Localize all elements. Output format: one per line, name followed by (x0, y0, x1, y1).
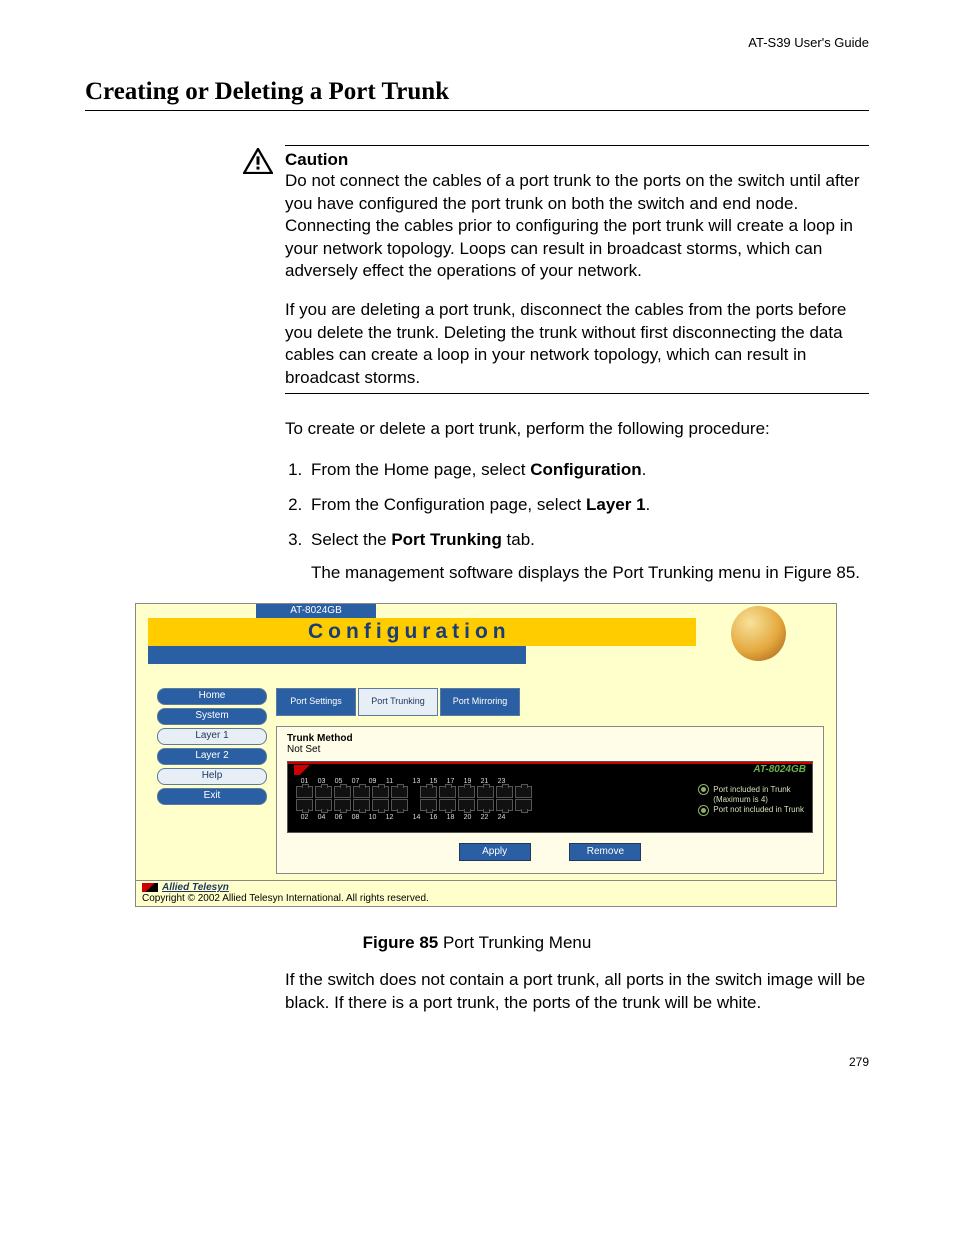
warning-icon (243, 148, 273, 179)
port[interactable] (315, 786, 332, 798)
page-number: 279 (85, 1055, 869, 1069)
port[interactable] (458, 799, 475, 811)
trunk-method-label: Trunk Method (287, 733, 813, 744)
step-text: From the Home page, select (311, 460, 530, 479)
nav-exit[interactable]: Exit (157, 788, 267, 805)
port[interactable] (296, 799, 313, 811)
trunking-panel: Trunk Method Not Set AT-8024GB 010305070… (276, 726, 824, 874)
step-text: From the Configuration page, select (311, 495, 586, 514)
port[interactable] (391, 786, 408, 798)
tab-port-mirroring[interactable]: Port Mirroring (440, 688, 520, 716)
vendor-logo-icon (142, 883, 158, 892)
port[interactable] (296, 786, 313, 798)
section-heading: Creating or Deleting a Port Trunk (85, 78, 869, 111)
step-text: Select the (311, 530, 391, 549)
port[interactable] (353, 799, 370, 811)
radio-included-icon (698, 784, 709, 795)
nav-layer1[interactable]: Layer 1 (157, 728, 267, 745)
port[interactable] (334, 799, 351, 811)
port[interactable] (334, 786, 351, 798)
radio-notincluded-icon (698, 805, 709, 816)
port[interactable] (391, 799, 408, 811)
step-2: From the Configuration page, select Laye… (307, 494, 869, 517)
tab-port-trunking[interactable]: Port Trunking (358, 688, 438, 716)
config-title-bar: Configuration (148, 618, 696, 646)
globe-icon (731, 606, 786, 661)
tab-port-settings[interactable]: Port Settings (276, 688, 356, 716)
port[interactable] (515, 799, 532, 811)
port[interactable] (458, 786, 475, 798)
port[interactable] (353, 786, 370, 798)
figure-caption: Figure 85 Port Trunking Menu (85, 933, 869, 953)
port[interactable] (315, 799, 332, 811)
step-text: tab. (502, 530, 535, 549)
step-text: . (642, 460, 647, 479)
port[interactable] (372, 799, 389, 811)
nav-help[interactable]: Help (157, 768, 267, 785)
copyright-text: Copyright © 2002 Allied Telesyn Internat… (142, 893, 830, 904)
step-bold: Port Trunking (391, 530, 502, 549)
caution-para-2: If you are deleting a port trunk, discon… (285, 299, 869, 389)
step-3: Select the Port Trunking tab. The manage… (307, 529, 869, 585)
step-bold: Configuration (530, 460, 641, 479)
port-numbers-bottom: 020406081012141618202224 (296, 814, 532, 821)
remove-button[interactable]: Remove (569, 843, 641, 861)
step-text: . (646, 495, 651, 514)
sidebar-nav: Home System Layer 1 Layer 2 Help Exit (148, 680, 276, 874)
port[interactable] (439, 799, 456, 811)
trunk-method-value: Not Set (287, 744, 813, 755)
nav-layer2[interactable]: Layer 2 (157, 748, 267, 765)
nav-system[interactable]: System (157, 708, 267, 725)
legend-notincluded: Port not included in Trunk (713, 805, 804, 815)
port[interactable] (420, 786, 437, 798)
port-legend: Port included in Trunk (Maximum is 4) Po… (698, 784, 804, 816)
nav-home[interactable]: Home (157, 688, 267, 705)
port[interactable] (420, 799, 437, 811)
model-tab: AT-8024GB (256, 604, 376, 618)
running-header: AT-S39 User's Guide (85, 35, 869, 50)
port[interactable] (515, 786, 532, 798)
vendor-logo-icon (294, 765, 316, 775)
port[interactable] (439, 786, 456, 798)
tab-row: Port Settings Port Trunking Port Mirrori… (276, 688, 824, 716)
brand-name[interactable]: Allied Telesyn (162, 882, 229, 893)
caution-label: Caution (285, 150, 869, 170)
figure-screenshot: AT-8024GB Configuration Home System Laye… (135, 603, 837, 907)
port[interactable] (496, 786, 513, 798)
port-numbers-top: 010305070911131517192123 (296, 778, 532, 785)
device-model-label: AT-8024GB (753, 764, 806, 775)
lead-text: To create or delete a port trunk, perfor… (285, 418, 869, 441)
step-subtext: The management software displays the Por… (311, 562, 869, 585)
apply-button[interactable]: Apply (459, 843, 531, 861)
step-bold: Layer 1 (586, 495, 646, 514)
legend-max: (Maximum is 4) (713, 795, 768, 805)
after-figure-text: If the switch does not contain a port tr… (285, 969, 869, 1015)
caution-block: Caution Do not connect the cables of a p… (285, 145, 869, 394)
caution-para-1: Do not connect the cables of a port trun… (285, 170, 869, 283)
port[interactable] (496, 799, 513, 811)
port[interactable] (477, 799, 494, 811)
switch-diagram: AT-8024GB 010305070911131517192123 (287, 761, 813, 833)
port[interactable] (372, 786, 389, 798)
step-1: From the Home page, select Configuration… (307, 459, 869, 482)
decor-bar (148, 646, 526, 664)
legend-included: Port included in Trunk (713, 785, 790, 795)
port[interactable] (477, 786, 494, 798)
